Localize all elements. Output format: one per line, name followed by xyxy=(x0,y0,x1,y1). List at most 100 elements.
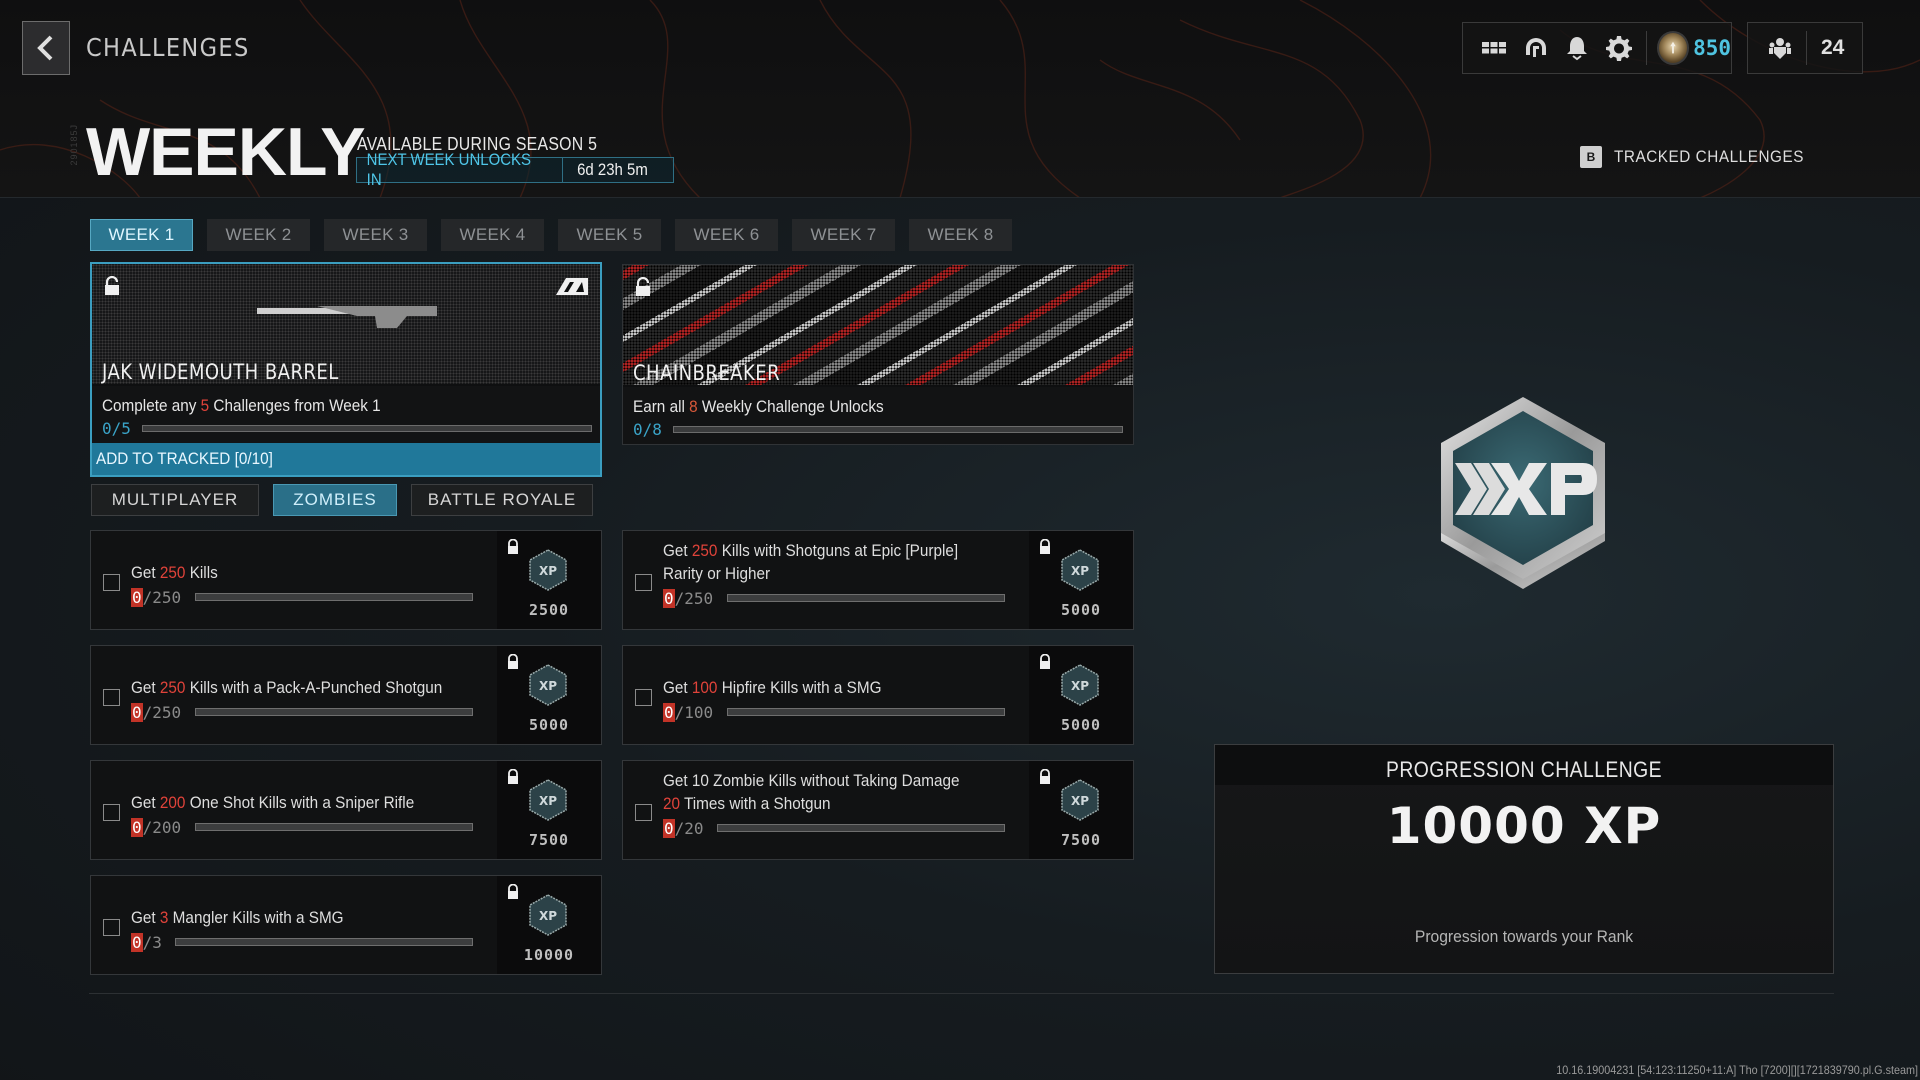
challenge-count: 250 xyxy=(159,563,186,582)
back-button[interactable] xyxy=(22,21,70,75)
reward-progress-text: 0/5 xyxy=(102,419,131,438)
unlocked-padlock-icon xyxy=(1039,768,1051,785)
grid-menu-button[interactable] xyxy=(1473,26,1515,70)
challenge-progress-bar xyxy=(717,824,1005,832)
track-checkbox[interactable] xyxy=(103,804,120,821)
tab-battle-royale[interactable]: BATTLE ROYALE xyxy=(411,484,593,516)
divider xyxy=(89,993,1834,994)
xp-token-icon: XP xyxy=(529,664,567,706)
challenge-card[interactable]: Get 250 Kills 0/250 XP 2500 xyxy=(90,530,602,630)
xp-token-icon: XP xyxy=(1061,779,1099,821)
tab-week-2[interactable]: WEEK 2 xyxy=(207,219,310,251)
add-to-tracked-label: ADD TO TRACKED [0/10] xyxy=(96,449,273,468)
challenge-text: Hipfire Kills with a SMG xyxy=(717,678,882,697)
challenge-title: Get 200 One Shot Kills with a Sniper Rif… xyxy=(131,791,414,814)
tab-week-1[interactable]: WEEK 1 xyxy=(90,219,193,251)
svg-text:XP: XP xyxy=(1071,794,1089,808)
next-unlock-label: NEXT WEEK UNLOCKS IN xyxy=(366,150,532,189)
progress-current: 0 xyxy=(131,703,143,722)
challenge-card[interactable]: Get 200 One Shot Kills with a Sniper Rif… xyxy=(90,760,602,860)
challenge-xp-reward: 10000 xyxy=(523,946,575,964)
challenge-progress-bar xyxy=(175,938,473,946)
reward-title: CHAINBREAKER xyxy=(633,361,781,385)
tab-week-8[interactable]: WEEK 8 xyxy=(909,219,1012,251)
tab-week-6[interactable]: WEEK 6 xyxy=(675,219,778,251)
challenge-progress-bar xyxy=(195,823,473,831)
unlock-card-jak-widemouth-barrel[interactable]: JAK WIDEMOUTH BARREL Complete any 5 Chal… xyxy=(90,262,602,477)
xp-token-icon: XP xyxy=(1061,549,1099,591)
unlocked-padlock-icon xyxy=(507,538,519,555)
xp-badge-icon xyxy=(1441,397,1605,589)
track-checkbox[interactable] xyxy=(103,689,120,706)
track-checkbox[interactable] xyxy=(635,689,652,706)
desc-text: Complete any xyxy=(102,396,201,415)
challenge-count: 3 xyxy=(159,908,169,927)
tab-week-4[interactable]: WEEK 4 xyxy=(441,219,544,251)
challenge-xp-reward: 2500 xyxy=(528,601,570,619)
divider xyxy=(1806,31,1807,65)
currency-coin-icon xyxy=(1656,31,1690,65)
mode-tabs: MULTIPLAYER ZOMBIES BATTLE ROYALE xyxy=(91,484,607,516)
unlocked-padlock-icon xyxy=(105,276,119,295)
divider xyxy=(1645,31,1647,65)
challenge-title: Get 250 Kills with a Pack-A-Punched Shot… xyxy=(131,676,442,699)
tab-zombies[interactable]: ZOMBIES xyxy=(273,484,397,516)
challenge-reward: XP 5000 xyxy=(1029,646,1133,744)
page-breadcrumb: CHALLENGES xyxy=(86,33,250,62)
challenge-progress-text: 0/3 xyxy=(131,933,162,952)
party-icon xyxy=(1769,38,1791,59)
desc-count: 5 xyxy=(200,396,210,415)
desc-text: Challenges from Week 1 xyxy=(209,396,381,415)
week-tabs: WEEK 1 WEEK 2 WEEK 3 WEEK 4 WEEK 5 WEEK … xyxy=(90,219,1012,251)
settings-button[interactable] xyxy=(1598,26,1640,70)
party-button[interactable] xyxy=(1758,26,1802,70)
track-checkbox[interactable] xyxy=(103,574,120,591)
challenge-card[interactable]: Get 100 Hipfire Kills with a SMG 0/100 X… xyxy=(622,645,1134,745)
tab-multiplayer[interactable]: MULTIPLAYER xyxy=(91,484,259,516)
desc-text: Earn all xyxy=(633,397,690,416)
svg-text:XP: XP xyxy=(1071,564,1089,578)
challenge-reward: XP 5000 xyxy=(1029,531,1133,629)
track-checkbox[interactable] xyxy=(635,574,652,591)
tab-week-3[interactable]: WEEK 3 xyxy=(324,219,427,251)
challenge-progress-bar xyxy=(727,594,1005,602)
progress-total: /250 xyxy=(142,703,182,722)
challenge-count: 250 xyxy=(691,541,718,560)
desc-count: 8 xyxy=(689,397,698,416)
challenge-text: Get 10 Zombie Kills without Taking Damag… xyxy=(663,771,960,790)
header-band: CHALLENGES 850 24 290185J WEEKLY AVAILAB… xyxy=(0,0,1920,198)
track-checkbox[interactable] xyxy=(635,804,652,821)
challenge-text: Get xyxy=(663,541,692,560)
challenge-card[interactable]: Get 3 Mangler Kills with a SMG 0/3 XP 10… xyxy=(90,875,602,975)
challenge-reward: XP 5000 xyxy=(497,646,601,744)
headset-button[interactable] xyxy=(1515,26,1557,70)
party-panel[interactable]: 24 xyxy=(1747,22,1863,74)
challenge-xp-reward: 5000 xyxy=(1060,716,1102,734)
tab-week-7[interactable]: WEEK 7 xyxy=(792,219,895,251)
challenge-text: Kills with Shotguns at Epic [Purple] xyxy=(717,541,959,560)
tracked-challenges-label: TRACKED CHALLENGES xyxy=(1614,147,1804,166)
xp-token-icon: XP xyxy=(529,549,567,591)
watermark-id: 290185J xyxy=(69,124,79,166)
challenge-text: Times with a Shotgun xyxy=(680,794,831,813)
unlocked-padlock-icon xyxy=(1039,653,1051,670)
notifications-button[interactable] xyxy=(1556,26,1598,70)
challenge-xp-reward: 7500 xyxy=(528,831,570,849)
tracked-challenges-button[interactable]: B TRACKED CHALLENGES xyxy=(1580,146,1825,168)
top-icon-bar: 850 xyxy=(1462,22,1732,74)
xp-token-icon: XP xyxy=(529,894,567,936)
challenge-reward: XP 7500 xyxy=(1029,761,1133,859)
unlock-card-chainbreaker[interactable]: CHAINBREAKER Earn all 8 Weekly Challenge… xyxy=(622,264,1134,445)
reward-description: Complete any 5 Challenges from Week 1 xyxy=(102,396,381,416)
add-to-tracked-button[interactable]: ADD TO TRACKED [0/10] xyxy=(92,443,600,475)
challenge-card[interactable]: Get 250 Kills with a Pack-A-Punched Shot… xyxy=(90,645,602,745)
tab-week-5[interactable]: WEEK 5 xyxy=(558,219,661,251)
progression-subtitle: Progression towards your Rank xyxy=(1414,927,1634,946)
challenge-count: 20 xyxy=(663,794,681,813)
grid-menu-icon xyxy=(1481,42,1506,54)
challenge-progress-text: 0/20 xyxy=(663,819,704,838)
challenge-card[interactable]: Get 10 Zombie Kills without Taking Damag… xyxy=(622,760,1134,860)
challenge-card[interactable]: Get 250 Kills with Shotguns at Epic [Pur… xyxy=(622,530,1134,630)
progress-current: 0 xyxy=(131,933,143,952)
track-checkbox[interactable] xyxy=(103,919,120,936)
